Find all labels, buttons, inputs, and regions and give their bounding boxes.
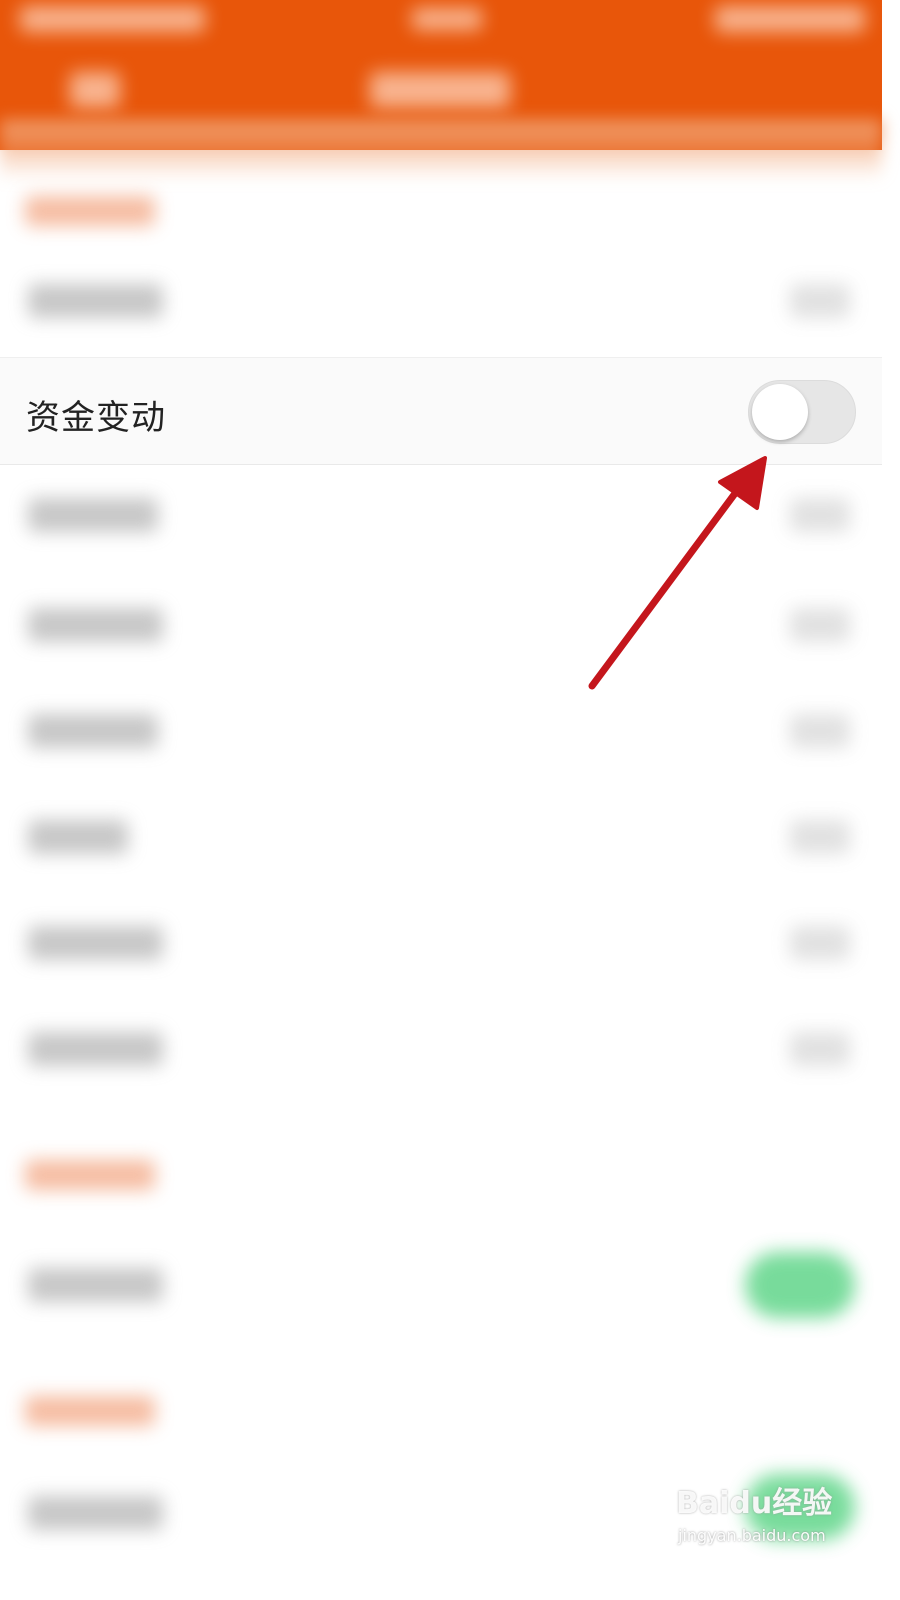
back-icon[interactable] <box>70 72 120 108</box>
section-heading-blur-3 <box>25 1396 155 1426</box>
settings-row-blurred[interactable] <box>0 1230 882 1336</box>
settings-row-fund-change: 资金变动 <box>0 357 882 465</box>
status-bar-blur-right <box>715 6 865 32</box>
row-label-blur <box>28 608 163 642</box>
row-label-blur <box>28 284 163 318</box>
status-bar-blur-center <box>412 8 482 30</box>
settings-row-blurred[interactable] <box>0 782 882 888</box>
header-shadow <box>0 120 882 180</box>
section-heading-blur-2 <box>25 1160 155 1190</box>
row-label-blur <box>28 498 158 532</box>
row-label-blur <box>28 1496 163 1530</box>
baidu-jingyan-watermark: Baidu经验 jingyan.baidu.com <box>676 1478 866 1558</box>
watermark-sub: jingyan.baidu.com <box>678 1526 826 1545</box>
row-toggle-blur <box>790 714 850 748</box>
row-toggle-blur <box>790 820 850 854</box>
settings-row-blurred[interactable] <box>0 250 882 356</box>
row-toggle-blur <box>790 608 850 642</box>
settings-row-blurred[interactable] <box>0 676 882 782</box>
row-toggle-on-blur <box>745 1252 855 1318</box>
fund-change-toggle[interactable] <box>748 380 856 444</box>
watermark-main: Baidu经验 <box>676 1486 833 1521</box>
toggle-knob <box>752 384 808 440</box>
settings-row-blurred[interactable] <box>0 570 882 676</box>
fund-change-label: 资金变动 <box>26 398 166 438</box>
row-toggle-blur <box>790 1032 850 1066</box>
row-toggle-blur <box>790 498 850 532</box>
row-label-blur <box>28 820 128 854</box>
row-label-blur <box>28 714 158 748</box>
row-toggle-blur <box>790 926 850 960</box>
settings-row-blurred[interactable] <box>0 888 882 994</box>
settings-row-blurred[interactable] <box>0 464 882 570</box>
settings-row-blurred[interactable] <box>0 994 882 1100</box>
page-title-blur <box>370 72 510 108</box>
row-label-blur <box>28 1268 163 1302</box>
section-heading-blur-1 <box>25 196 155 226</box>
row-label-blur <box>28 926 163 960</box>
status-bar-blur-left <box>20 6 205 32</box>
row-label-blur <box>28 1032 163 1066</box>
row-toggle-blur <box>790 284 850 318</box>
